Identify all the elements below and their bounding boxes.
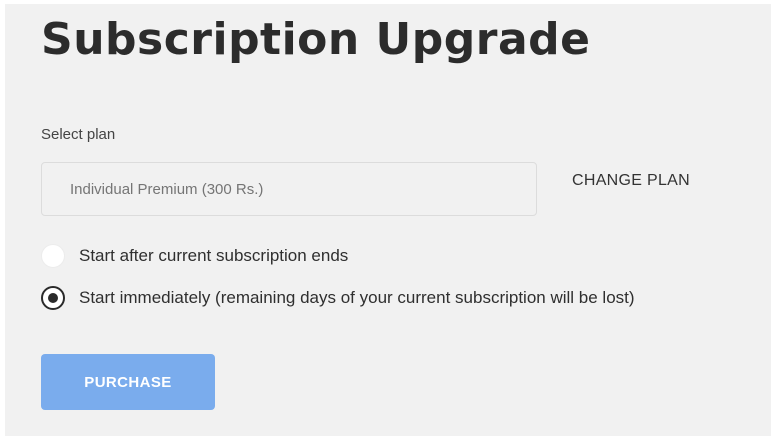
- start-immediately-label: Start immediately (remaining days of you…: [79, 288, 635, 307]
- change-plan-link[interactable]: CHANGE PLAN: [572, 172, 690, 190]
- purchase-button[interactable]: PURCHASE: [41, 354, 215, 410]
- start-immediately-radio[interactable]: [41, 286, 65, 310]
- start-after-radio[interactable]: [41, 244, 65, 268]
- plan-input[interactable]: [41, 162, 537, 216]
- start-after-option[interactable]: Start after current subscription ends: [41, 244, 348, 268]
- subscription-upgrade-panel: Subscription Upgrade Select plan CHANGE …: [5, 4, 771, 436]
- page-title: Subscription Upgrade: [41, 14, 591, 65]
- select-plan-label: Select plan: [41, 126, 116, 143]
- start-immediately-option[interactable]: Start immediately (remaining days of you…: [41, 286, 635, 310]
- start-after-label: Start after current subscription ends: [79, 246, 349, 265]
